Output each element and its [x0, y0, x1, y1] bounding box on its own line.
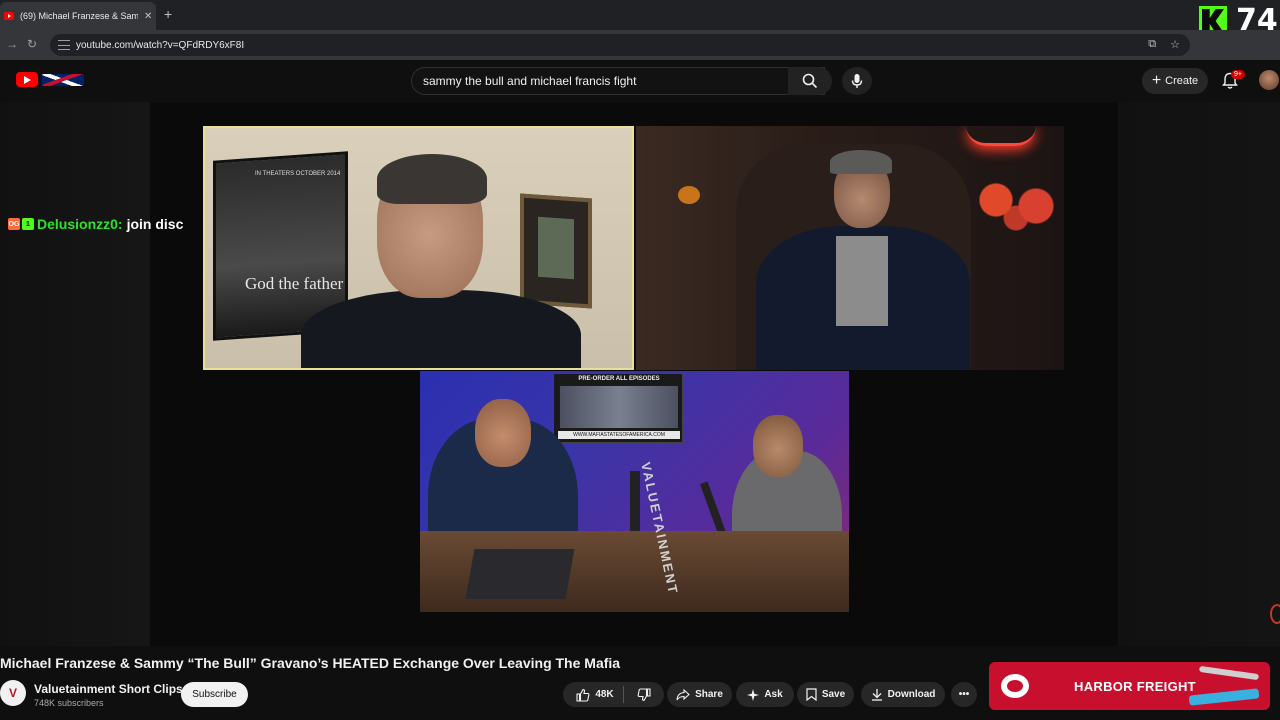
- chat-text: join disc: [126, 216, 184, 232]
- youtube-logo-icon[interactable]: [16, 72, 38, 87]
- youtube-favicon-icon: [4, 12, 14, 20]
- poster-title: God the father: [245, 274, 344, 293]
- subscriber-count: 748K subscribers: [34, 698, 104, 708]
- uk-flag-icon: [42, 74, 84, 86]
- channel-name[interactable]: Valuetainment Short Clips: [34, 682, 183, 696]
- like-button[interactable]: 48K: [576, 686, 624, 703]
- close-tab-icon[interactable]: ✕: [144, 11, 152, 22]
- download-label: Download: [887, 689, 936, 700]
- site-info-icon[interactable]: [58, 40, 70, 50]
- share-icon: [676, 688, 690, 700]
- ad-brand-text: HARBOR FREIGHT: [1074, 679, 1196, 694]
- player-ambient-left: [0, 102, 150, 646]
- like-dislike-group: 48K: [563, 682, 664, 707]
- create-label: Create: [1165, 75, 1199, 87]
- poster-tagline: IN THEATERS OCTOBER 2014: [255, 171, 341, 177]
- neon-sign: [966, 126, 1036, 146]
- cast-icon[interactable]: ⧉: [1148, 38, 1156, 51]
- ad-banner[interactable]: HARBOR FREIGHT: [989, 662, 1270, 710]
- subscribe-button[interactable]: Subscribe: [181, 682, 248, 707]
- search-input[interactable]: [423, 74, 763, 88]
- channel-logo-icon: V: [8, 686, 17, 700]
- channel-avatar[interactable]: V: [0, 680, 26, 706]
- forward-icon[interactable]: →: [6, 37, 18, 51]
- save-button[interactable]: Save: [797, 682, 854, 707]
- youtube-masthead: ✕ + Create 9+: [0, 60, 1280, 102]
- url-field[interactable]: youtube.com/watch?v=QFdRDY6xF8I ⧉ ☆: [50, 34, 1190, 56]
- chat-message: OG 1 Delusionzz0: join disc: [8, 216, 183, 232]
- notification-count-badge: 9+: [1231, 70, 1245, 79]
- speaker-body: [301, 290, 581, 368]
- video-title: Michael Franzese & Sammy “The Bull” Grav…: [0, 655, 621, 671]
- guest-cap: [830, 150, 892, 174]
- more-dots-icon: •••: [958, 689, 970, 700]
- ad-brand-badge-icon: [999, 672, 1031, 700]
- chat-username: Delusionzz0:: [37, 216, 123, 232]
- subscriber-badge-icon: 1: [22, 218, 34, 230]
- bookmark-icon: [806, 688, 817, 701]
- ask-button[interactable]: Ask: [736, 682, 794, 707]
- account-avatar[interactable]: [1259, 70, 1279, 90]
- new-tab-icon[interactable]: +: [164, 6, 172, 22]
- host-right-head: [753, 415, 803, 477]
- ask-label: Ask: [764, 689, 783, 700]
- laptop: [465, 549, 575, 599]
- og-badge-icon: OG: [8, 218, 20, 230]
- save-label: Save: [821, 689, 846, 700]
- like-count: 48K: [595, 689, 614, 700]
- search-button[interactable]: [788, 67, 832, 95]
- video-feed-bottom: PRE-ORDER ALL EPISODES WWW.MAFIASTATESOF…: [420, 371, 849, 612]
- framed-picture: [520, 193, 592, 309]
- reload-icon[interactable]: ↻: [27, 37, 37, 51]
- heart-outline-icon[interactable]: [1270, 604, 1280, 624]
- microphone-icon: [851, 74, 863, 88]
- browser-address-bar: → ↻ youtube.com/watch?v=QFdRDY6xF8I ⧉ ☆ …: [0, 30, 1280, 82]
- create-button[interactable]: + Create: [1142, 68, 1208, 94]
- screen-image: [560, 386, 678, 428]
- search-icon: [802, 73, 818, 89]
- video-feed-top-right: [636, 126, 1064, 370]
- search-box[interactable]: ✕: [411, 67, 825, 95]
- speaker-hair: [377, 154, 487, 204]
- host-left-head: [475, 399, 531, 467]
- browser-tab-bar: (69) Michael Franzese & Samm ✕ +: [0, 0, 1280, 30]
- screen-title: PRE-ORDER ALL EPISODES: [578, 376, 660, 382]
- download-icon: [871, 689, 882, 701]
- url-text: youtube.com/watch?v=QFdRDY6xF8I: [76, 39, 245, 51]
- share-button[interactable]: Share: [667, 682, 732, 707]
- download-button[interactable]: Download: [861, 682, 945, 707]
- dislike-button[interactable]: [629, 687, 651, 702]
- thumbs-down-icon: [637, 687, 651, 701]
- player-ambient-right: [1118, 102, 1280, 646]
- studio-screen: PRE-ORDER ALL EPISODES WWW.MAFIASTATESOF…: [553, 373, 683, 443]
- thumbs-up-icon: [576, 688, 590, 702]
- voice-search-button[interactable]: [842, 67, 872, 95]
- bookmark-star-icon[interactable]: ☆: [1170, 38, 1180, 51]
- wrench-icon: [1198, 665, 1260, 681]
- guest-shirt: [836, 236, 888, 326]
- pumpkin: [678, 186, 700, 204]
- power-drill-icon: [1188, 688, 1260, 706]
- video-feed-top-left: IN THEATERS OCTOBER 2014 God the father: [203, 126, 634, 370]
- flowers: [966, 176, 1064, 236]
- sparkle-icon: [747, 688, 760, 701]
- screen-url: WWW.MAFIASTATESOFAMERICA.COM: [558, 431, 680, 439]
- plus-icon: +: [1151, 72, 1162, 89]
- browser-tab[interactable]: (69) Michael Franzese & Samm ✕: [0, 2, 156, 30]
- more-actions-button[interactable]: •••: [951, 682, 977, 707]
- share-label: Share: [695, 689, 723, 700]
- screen: (69) Michael Franzese & Samm ✕ + 74 → ↻ …: [0, 0, 1280, 720]
- tab-title: (69) Michael Franzese & Samm: [20, 11, 138, 21]
